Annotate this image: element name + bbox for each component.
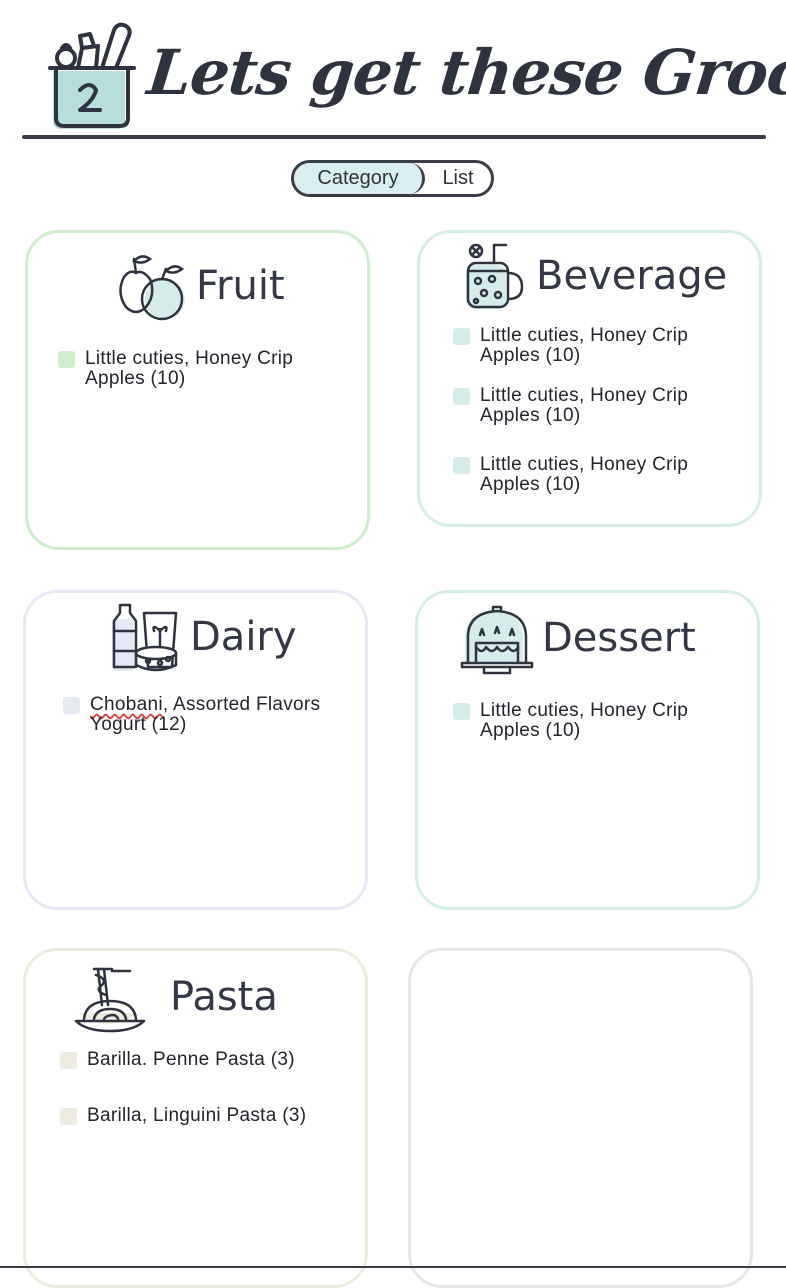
item-checkbox[interactable] xyxy=(453,457,470,474)
list-item: Barilla, Linguini Pasta (3) xyxy=(60,1106,306,1126)
card-header: Fruit xyxy=(112,249,285,323)
category-card-empty xyxy=(408,948,753,1288)
card-title: Dessert xyxy=(542,615,696,661)
category-card-pasta: Pasta Barilla. Penne Pasta (3) Barilla, … xyxy=(23,948,368,1288)
page-title: Lets get these Groceries xyxy=(144,36,786,109)
list-item: Little cuties, Honey Crip Apples (10) xyxy=(453,326,688,366)
item-checkbox[interactable] xyxy=(60,1108,77,1125)
list-item: Little cuties, Honey Crip Apples (10) xyxy=(453,701,688,741)
cake-icon xyxy=(460,605,534,675)
grocery-basket-icon xyxy=(48,22,136,129)
category-card-fruit: Fruit Little cuties, Honey Crip Apples (… xyxy=(25,230,370,550)
item-checkbox[interactable] xyxy=(453,703,470,720)
item-label: Little cuties, Honey Crip Apples (10) xyxy=(480,385,689,426)
list-item: Little cuties, Honey Crip Apples (10) xyxy=(58,349,293,389)
item-checkbox[interactable] xyxy=(58,351,75,368)
item-checkbox[interactable] xyxy=(453,328,470,345)
dairy-icon xyxy=(112,603,178,672)
item-label: Little cuties, Honey Crip Apples (10) xyxy=(480,700,689,741)
item-checkbox[interactable] xyxy=(453,388,470,405)
card-header: Dessert xyxy=(460,601,696,675)
beverage-jar-icon xyxy=(466,243,524,309)
item-checkbox[interactable] xyxy=(63,697,80,714)
item-label: Little cuties, Honey Crip Apples (10) xyxy=(480,454,689,495)
card-title: Pasta xyxy=(170,974,278,1020)
toggle-list-button[interactable]: List xyxy=(425,163,491,194)
category-card-beverage: Beverage Little cuties, Honey Crip Apples… xyxy=(417,230,762,527)
item-label: Chobani, Assorted Flavors Yogurt (12) xyxy=(90,694,321,735)
item-label: Barilla. Penne Pasta (3) xyxy=(87,1049,295,1070)
category-card-dessert: Dessert Little cuties, Honey Crip Apples … xyxy=(415,590,760,910)
pasta-icon xyxy=(74,967,146,1033)
list-item: Chobani, Assorted Flavors Yogurt (12) xyxy=(63,695,320,735)
header: Lets get these Groceries xyxy=(0,0,786,150)
card-header: Pasta xyxy=(72,961,278,1033)
header-divider xyxy=(22,135,766,139)
toggle-category-button[interactable]: Category xyxy=(294,163,425,194)
card-title: Fruit xyxy=(196,263,285,309)
view-toggle[interactable]: Category List xyxy=(291,160,494,197)
item-label: Little cuties, Honey Crip Apples (10) xyxy=(480,325,689,366)
fruit-icon xyxy=(119,255,185,321)
category-card-dairy: Dairy Chobani, Assorted Flavors Yogurt (1… xyxy=(23,590,368,910)
list-item: Little cuties, Honey Crip Apples (10) xyxy=(453,386,688,426)
list-item: Barilla. Penne Pasta (3) xyxy=(60,1050,295,1070)
card-header: Beverage xyxy=(462,241,727,311)
item-label: Little cuties, Honey Crip Apples (10) xyxy=(85,348,294,389)
list-item: Little cuties, Honey Crip Apples (10) xyxy=(453,455,688,495)
card-title: Dairy xyxy=(190,614,297,660)
item-label: Barilla, Linguini Pasta (3) xyxy=(87,1105,307,1126)
item-checkbox[interactable] xyxy=(60,1052,77,1069)
card-header: Dairy xyxy=(108,601,297,673)
card-title: Beverage xyxy=(536,253,728,299)
